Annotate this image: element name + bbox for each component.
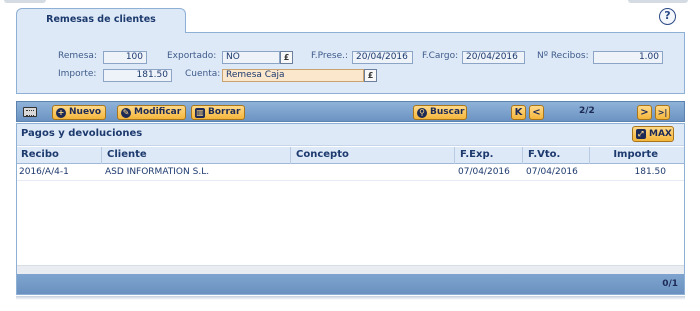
modificar-button[interactable]: ✎ Modificar bbox=[117, 105, 187, 120]
prev-record-button[interactable]: < bbox=[529, 105, 544, 120]
nuevo-button[interactable]: + Nuevo bbox=[52, 105, 107, 120]
remesa-form-panel: Remesa: 100 Exportado: NO £ F.Prese.: 20… bbox=[16, 32, 685, 94]
grid-title: Pagos y devoluciones bbox=[21, 128, 143, 139]
column-cliente[interactable]: Cliente bbox=[107, 149, 147, 160]
trash-icon: ▥ bbox=[195, 108, 205, 118]
cell-importe: 181.50 bbox=[634, 167, 667, 177]
tab-remesas-de-clientes[interactable]: Remesas de clientes bbox=[16, 8, 186, 33]
table-row[interactable]: 2016/A/4-1 ASD INFORMATION S.L. 07/04/20… bbox=[17, 165, 684, 181]
column-divider bbox=[454, 147, 455, 164]
importe-label: Importe: bbox=[58, 69, 97, 79]
importe-field[interactable]: 181.50 bbox=[103, 69, 172, 82]
help-icon[interactable]: ? bbox=[659, 8, 676, 25]
modificar-label: Modificar bbox=[134, 107, 182, 117]
record-toolbar: + Nuevo ✎ Modificar ▥ Borrar ⚲ Buscar K < 2/… bbox=[16, 101, 685, 122]
maximize-icon: ⤢ bbox=[636, 129, 646, 139]
buscar-label: Buscar bbox=[430, 107, 465, 117]
next-record-button[interactable]: > bbox=[637, 105, 652, 120]
top-tab-stub-right bbox=[628, 0, 688, 3]
fcargo-label: F.Cargo: bbox=[422, 51, 459, 61]
nrecibos-field[interactable]: 1.00 bbox=[593, 51, 663, 64]
fprese-field[interactable]: 20/04/2016 bbox=[352, 51, 413, 64]
column-divider bbox=[589, 147, 590, 164]
panel-shadow bbox=[16, 296, 685, 300]
first-record-button[interactable]: K bbox=[511, 105, 526, 120]
record-pager: 2/2 bbox=[579, 106, 595, 116]
remesa-field[interactable]: 100 bbox=[103, 51, 147, 64]
borrar-button[interactable]: ▥ Borrar bbox=[191, 105, 246, 120]
exportado-field[interactable]: NO bbox=[222, 51, 280, 64]
column-fexp[interactable]: F.Exp. bbox=[460, 149, 493, 160]
cell-recibo: 2016/A/4-1 bbox=[19, 167, 69, 177]
fprese-label: F.Prese.: bbox=[311, 51, 349, 61]
borrar-label: Borrar bbox=[208, 107, 241, 117]
last-record-button[interactable]: >| bbox=[655, 105, 670, 120]
column-importe[interactable]: Importe bbox=[613, 149, 658, 160]
plus-icon: + bbox=[56, 108, 66, 118]
exportado-picker-icon[interactable]: £ bbox=[280, 51, 293, 64]
edit-icon: ✎ bbox=[121, 108, 131, 118]
grid-title-bar: Pagos y devoluciones ⤢ MAX bbox=[17, 124, 684, 146]
top-tab-stub-left bbox=[4, 0, 46, 3]
nuevo-label: Nuevo bbox=[69, 107, 102, 117]
pagos-grid-panel: Pagos y devoluciones ⤢ MAX Recibo Cliente… bbox=[16, 123, 685, 295]
column-divider bbox=[290, 147, 291, 164]
column-fvto[interactable]: F.Vto. bbox=[528, 149, 560, 160]
cuenta-field[interactable]: Remesa Caja bbox=[222, 69, 364, 82]
grid-footer: 0/1 bbox=[17, 274, 684, 294]
cuenta-picker-icon[interactable]: £ bbox=[364, 69, 377, 82]
remesa-label: Remesa: bbox=[58, 51, 97, 61]
horizontal-scrollbar[interactable] bbox=[17, 265, 684, 274]
column-concepto[interactable]: Concepto bbox=[296, 149, 349, 160]
grid-header: Recibo Cliente Concepto F.Exp. F.Vto. Im… bbox=[17, 147, 684, 164]
exportado-label: Exportado: bbox=[167, 51, 217, 61]
nrecibos-label: Nº Recibos: bbox=[537, 51, 589, 61]
column-divider bbox=[101, 147, 102, 164]
grid-record-count: 0/1 bbox=[662, 279, 678, 289]
cuenta-label: Cuenta: bbox=[185, 69, 221, 79]
search-icon: ⚲ bbox=[417, 108, 427, 118]
column-divider bbox=[522, 147, 523, 164]
cell-fexp: 07/04/2016 bbox=[458, 167, 510, 177]
max-label: MAX bbox=[649, 129, 672, 139]
column-recibo[interactable]: Recibo bbox=[21, 149, 59, 160]
cell-fvto: 07/04/2016 bbox=[526, 167, 578, 177]
cell-cliente: ASD INFORMATION S.L. bbox=[105, 167, 210, 177]
buscar-button[interactable]: ⚲ Buscar bbox=[413, 105, 467, 120]
fcargo-field[interactable]: 20/04/2016 bbox=[462, 51, 525, 64]
keyboard-icon[interactable] bbox=[23, 107, 37, 117]
max-button[interactable]: ⤢ MAX bbox=[632, 126, 674, 142]
